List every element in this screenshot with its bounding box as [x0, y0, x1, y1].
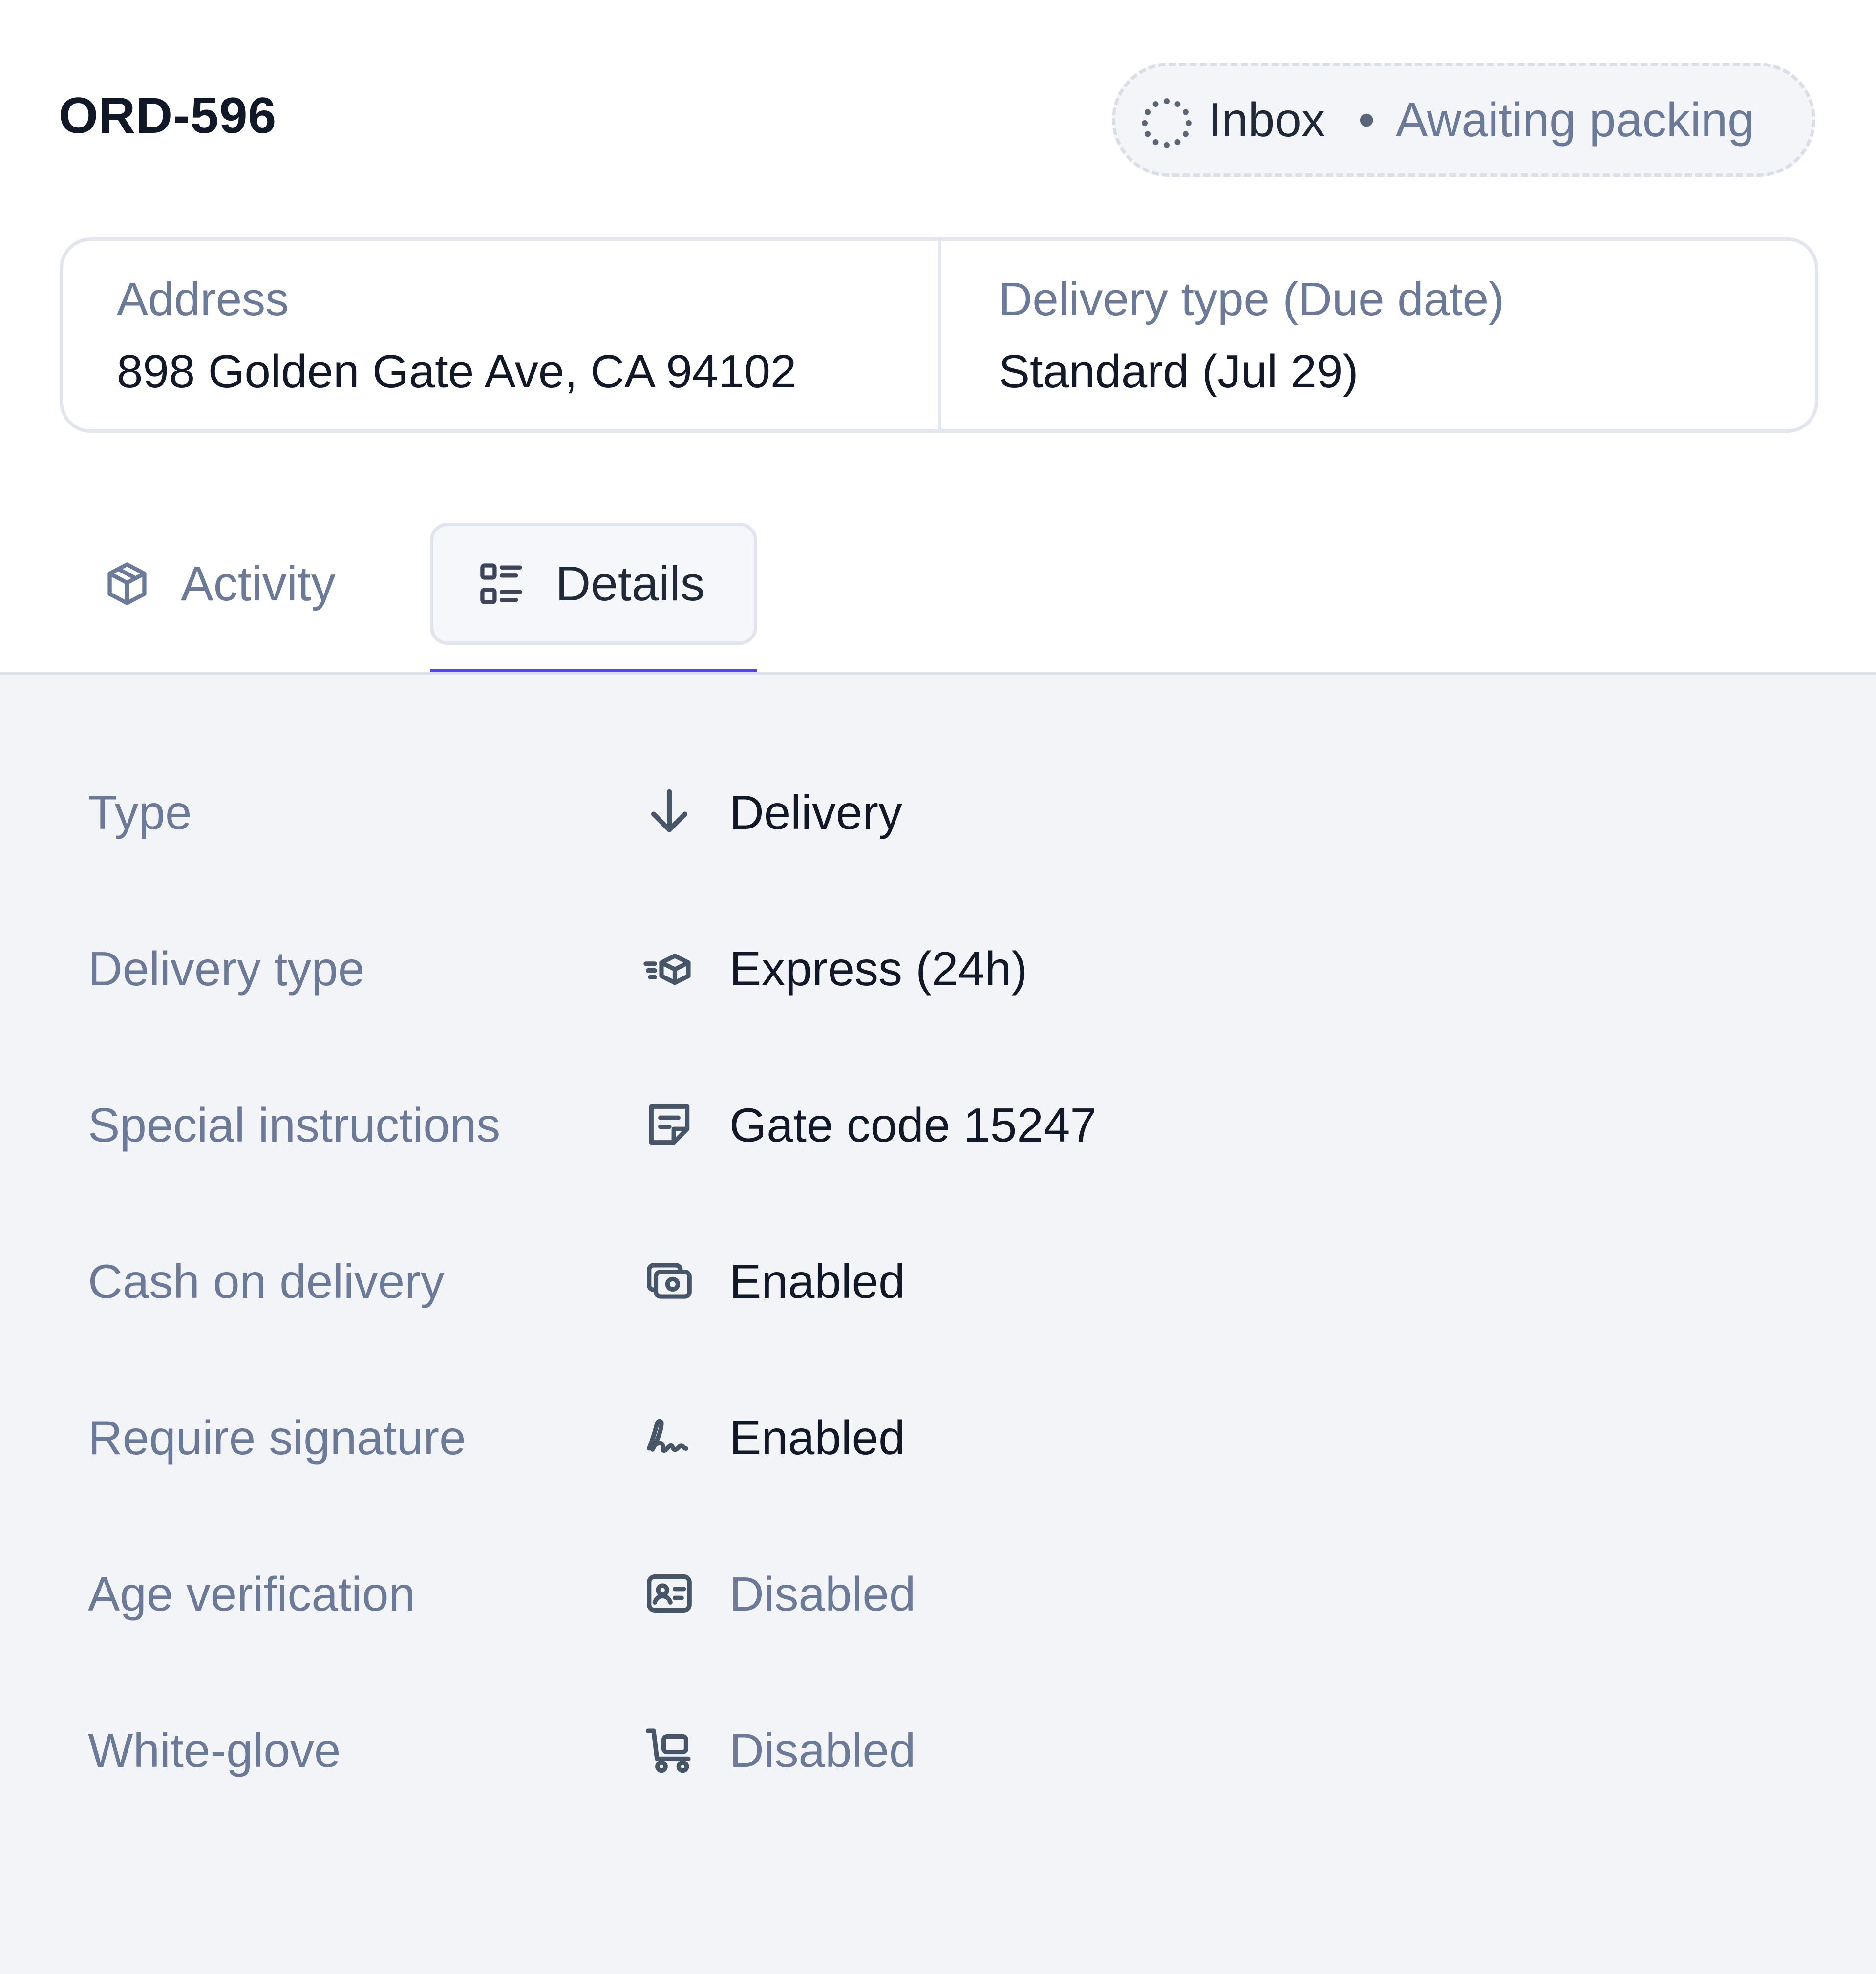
tab-bar: Activity Details [0, 508, 1876, 675]
details-panel: Type Delivery Delivery type Express (24h… [0, 675, 1876, 1974]
detail-value: Express (24h) [729, 942, 1028, 996]
tab-details-label: Details [555, 556, 705, 611]
list-details-icon [480, 563, 522, 604]
detail-label: Cash on delivery [88, 1254, 445, 1308]
detail-label: Special instructions [88, 1098, 501, 1152]
fast-delivery-icon [643, 954, 691, 985]
detail-row-special-instructions: Special instructions Gate code 15247 [0, 1073, 1876, 1171]
status-separator: • [1358, 93, 1375, 147]
status-substatus: Awaiting packing [1396, 93, 1754, 147]
detail-row-age-verification: Age verification Disabled [0, 1542, 1876, 1640]
detail-label: Age verification [88, 1567, 416, 1621]
package-icon [107, 562, 147, 605]
detail-value: Enabled [729, 1254, 905, 1308]
cash-icon [647, 1263, 692, 1299]
detail-label: White-glove [88, 1723, 341, 1777]
detail-value: Disabled [729, 1723, 916, 1777]
tab-activity-label: Activity [181, 556, 336, 611]
delivery-cell: Delivery type (Due date) Standard (Jul 2… [999, 270, 1504, 401]
status-label: Inbox [1208, 93, 1325, 147]
detail-row-delivery-type: Delivery type Express (24h) [0, 917, 1876, 1015]
detail-value: Gate code 15247 [729, 1098, 1097, 1152]
detail-row-cash-on-delivery: Cash on delivery Enabled [0, 1230, 1876, 1327]
address-value: 898 Golden Gate Ave, CA 94102 [117, 345, 797, 398]
signature-icon [647, 1419, 688, 1453]
order-summary-card: Address 898 Golden Gate Ave, CA 94102 De… [60, 237, 1818, 433]
detail-label: Delivery type [88, 942, 365, 996]
status-badge[interactable]: Inbox • Awaiting packing [1112, 63, 1815, 177]
detail-value: Disabled [729, 1567, 916, 1621]
order-header: ORD-596 Inbox • Awaiting packing [0, 0, 1876, 225]
address-label: Address [117, 273, 289, 325]
detail-row-require-signature: Require signature Enabled [0, 1386, 1876, 1484]
tab-details[interactable]: Details [430, 523, 757, 645]
delivery-label: Delivery type (Due date) [999, 273, 1505, 325]
hand-truck-icon [645, 1728, 691, 1773]
detail-row-type: Type Delivery [0, 761, 1876, 858]
id-card-icon [647, 1574, 692, 1613]
delivery-value: Standard (Jul 29) [999, 345, 1359, 398]
arrow-down-icon [651, 789, 688, 832]
address-cell: Address 898 Golden Gate Ave, CA 94102 [117, 270, 796, 401]
detail-label: Type [88, 785, 192, 839]
tab-activity[interactable]: Activity [103, 523, 376, 645]
order-id: ORD-596 [59, 87, 277, 144]
note-icon [649, 1104, 690, 1145]
detail-row-white-glove: White-glove Disabled [0, 1698, 1876, 1796]
dotted-circle-icon [1142, 98, 1192, 148]
card-divider [938, 241, 941, 429]
detail-label: Require signature [88, 1411, 466, 1465]
detail-value: Delivery [729, 785, 902, 839]
detail-value: Enabled [729, 1411, 905, 1465]
order-details-page: ORD-596 Inbox • Awaiting packing Address… [0, 0, 1876, 1974]
